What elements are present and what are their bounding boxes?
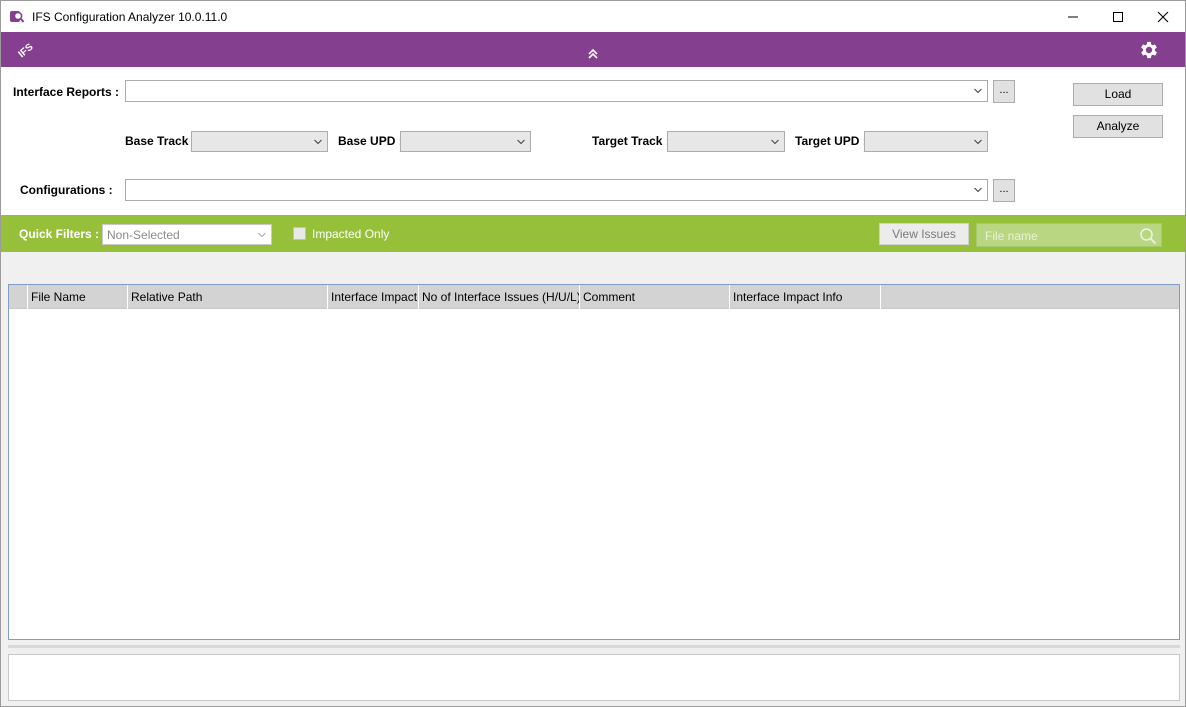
base-upd-label: Base UPD : [338, 134, 403, 148]
column-header-interface-impact[interactable]: Interface Impact [328, 285, 419, 309]
load-button[interactable]: Load [1073, 83, 1163, 106]
column-header-relative-path[interactable]: Relative Path [128, 285, 328, 309]
form-area: Interface Reports : ... Load Analyze Bas… [1, 67, 1185, 215]
chevron-down-icon [771, 139, 779, 145]
minimize-icon [1068, 16, 1078, 18]
results-grid[interactable]: File Name Relative Path Interface Impact… [8, 284, 1180, 640]
base-track-label: Base Track : [125, 134, 196, 148]
interface-reports-label: Interface Reports : [13, 85, 120, 99]
column-header-interface-impact-info[interactable]: Interface Impact Info [730, 285, 881, 309]
impacted-only-label[interactable]: Impacted Only [312, 227, 389, 241]
column-header-interface-issues[interactable]: No of Interface Issues (H/U/L) [419, 285, 580, 309]
app-icon [10, 11, 24, 23]
browse-interface-reports-button[interactable]: ... [993, 80, 1015, 103]
ifs-logo: IFS [17, 42, 36, 59]
maximize-icon [1113, 12, 1123, 22]
grid-header: File Name Relative Path Interface Impact… [9, 285, 1179, 309]
impacted-only-checkbox[interactable] [293, 227, 306, 240]
configurations-combo[interactable] [125, 179, 988, 201]
target-upd-combo[interactable] [864, 131, 988, 152]
search-placeholder: File name [985, 229, 1038, 243]
quick-filters-label: Quick Filters : [19, 227, 100, 241]
target-upd-label: Target UPD : [795, 134, 867, 148]
panel-splitter[interactable] [8, 645, 1180, 648]
gear-icon[interactable] [1138, 39, 1160, 61]
minimize-button[interactable] [1050, 1, 1096, 32]
base-track-combo[interactable] [191, 131, 328, 152]
maximize-button[interactable] [1095, 1, 1141, 32]
title-bar: IFS Configuration Analyzer 10.0.11.0 [1, 1, 1185, 32]
analyze-button[interactable]: Analyze [1073, 115, 1163, 138]
close-button[interactable] [1140, 1, 1185, 32]
interface-reports-combo[interactable] [125, 80, 988, 102]
row-header-column [9, 285, 28, 309]
details-panel [8, 654, 1180, 701]
base-upd-combo[interactable] [400, 131, 531, 152]
search-icon[interactable] [1139, 227, 1157, 245]
double-chevron-up-icon[interactable] [587, 48, 599, 60]
ribbon-bar: IFS [1, 32, 1185, 67]
chevron-down-icon [974, 139, 982, 145]
chevron-down-icon [517, 139, 525, 145]
file-name-search-input[interactable]: File name [976, 223, 1162, 247]
app-window: IFS Configuration Analyzer 10.0.11.0 IFS… [0, 0, 1186, 707]
target-track-label: Target Track : [592, 134, 670, 148]
window-title: IFS Configuration Analyzer 10.0.11.0 [32, 10, 228, 24]
quick-filters-combo[interactable]: Non-Selected [102, 224, 272, 245]
quick-filters-value: Non-Selected [107, 228, 180, 242]
close-icon [1157, 11, 1169, 23]
chevron-down-icon [314, 139, 322, 145]
chevron-down-icon [974, 187, 982, 193]
column-header-comment[interactable]: Comment [580, 285, 730, 309]
ifs-logo-text: IFS [17, 42, 36, 59]
browse-configurations-button[interactable]: ... [993, 179, 1015, 202]
configurations-label: Configurations : [20, 183, 113, 197]
target-track-combo[interactable] [667, 131, 785, 152]
view-issues-button[interactable]: View Issues [879, 223, 969, 245]
chevron-down-icon [258, 232, 266, 238]
chevron-down-icon [974, 88, 982, 94]
quick-filter-bar: Quick Filters : Non-Selected Impacted On… [1, 215, 1185, 252]
column-header-file-name[interactable]: File Name [28, 285, 128, 309]
